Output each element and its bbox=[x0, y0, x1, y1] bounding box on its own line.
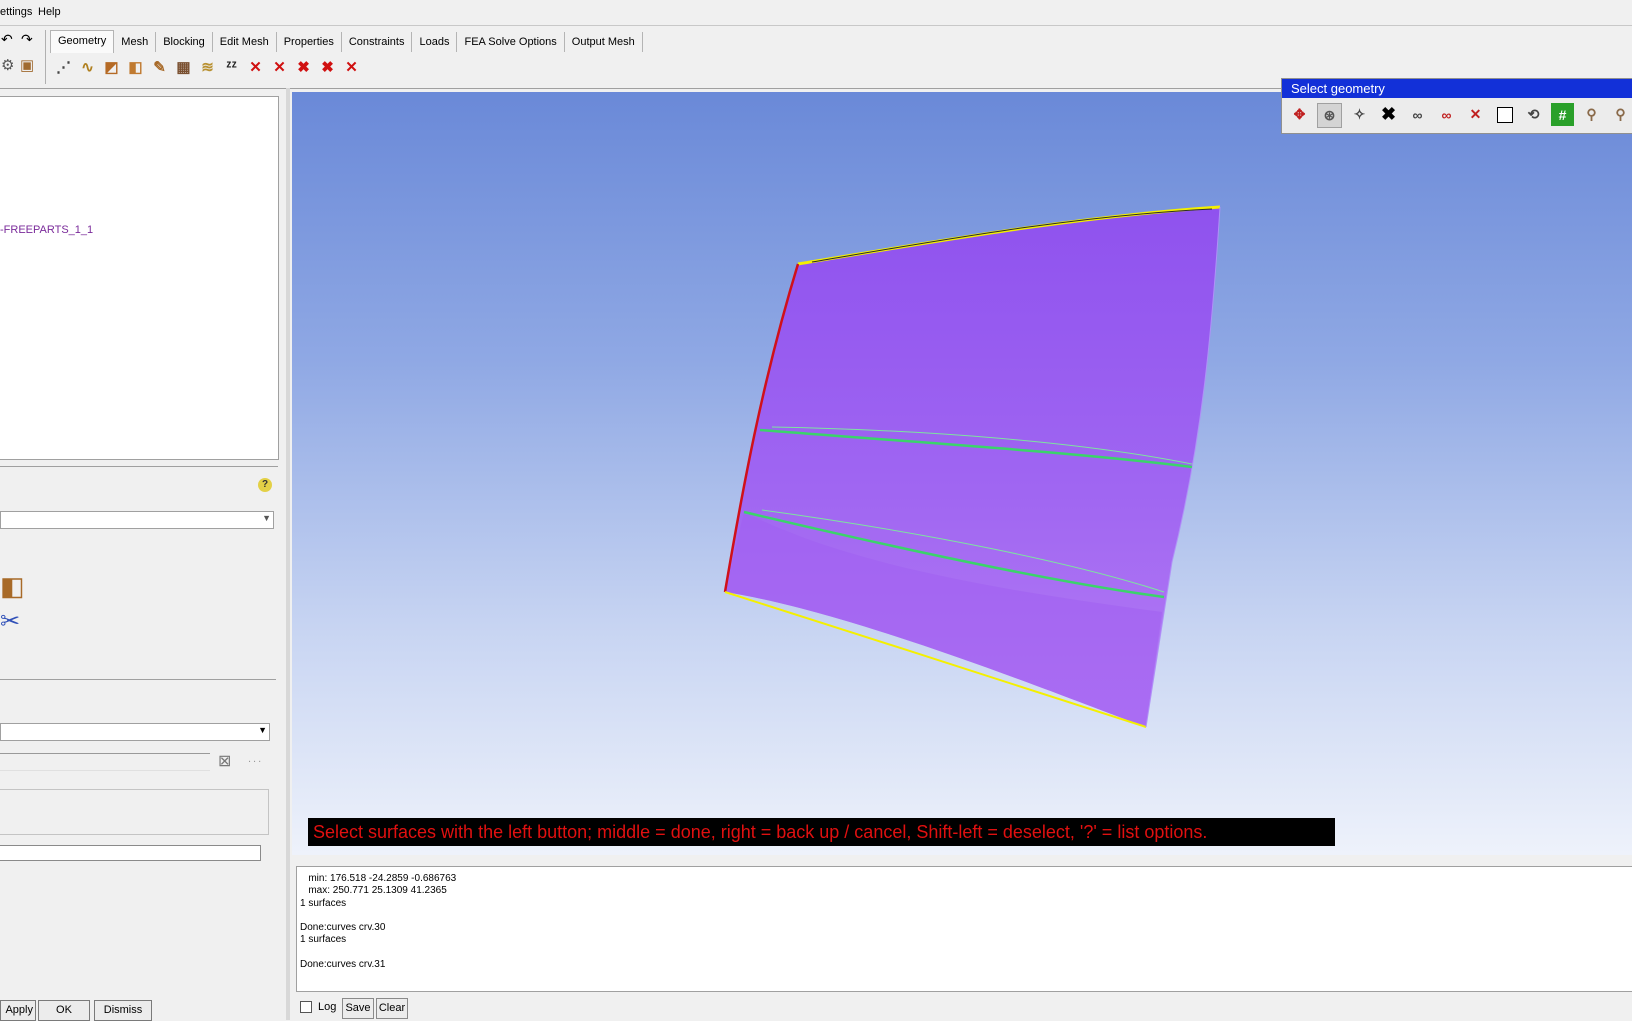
undo-redo-group: ↶ ↷ bbox=[0, 31, 40, 51]
help-icon[interactable]: ? bbox=[258, 478, 272, 492]
tab-bar: Geometry Mesh Blocking Edit Mesh Propert… bbox=[50, 30, 643, 53]
panel-splitter[interactable] bbox=[286, 88, 290, 1020]
toolbar-separator bbox=[45, 30, 46, 84]
function-form: ▼ ◧ ✂ ▼ ⊠ ... bbox=[0, 466, 278, 1021]
graphics-viewport[interactable] bbox=[292, 92, 1632, 855]
solid-display-icon[interactable]: ▣ bbox=[20, 56, 34, 74]
select-part-icon[interactable]: # bbox=[1551, 103, 1574, 126]
part-select-combo[interactable]: ▼ bbox=[0, 723, 270, 741]
select-geometry-palette: Select geometry ✥ ⊛ ✧ ✖ ∞ ∞ ✕ ⟲ # ⚲ ⚲ bbox=[1281, 78, 1632, 134]
select-glasses-icon[interactable]: ∞ bbox=[1406, 103, 1429, 126]
tab-properties[interactable]: Properties bbox=[277, 32, 342, 52]
tab-fea-solve-options[interactable]: FEA Solve Options bbox=[457, 32, 565, 52]
delete-surface-icon[interactable]: ✖ bbox=[293, 56, 314, 77]
save-button[interactable]: Save bbox=[342, 998, 374, 1019]
log-checkbox-label: Log bbox=[318, 1001, 337, 1013]
log-line: min: 176.518 -24.2859 -0.686763 bbox=[300, 873, 457, 884]
entity-field[interactable] bbox=[0, 845, 261, 861]
undo-icon[interactable]: ↶ bbox=[1, 31, 13, 48]
tab-mesh[interactable]: Mesh bbox=[114, 32, 157, 52]
select-all-visible-icon[interactable]: ⊛ bbox=[1317, 103, 1342, 128]
menu-settings[interactable]: ettings bbox=[0, 6, 32, 18]
palette-title[interactable]: Select geometry bbox=[1282, 79, 1632, 98]
create-body-icon[interactable]: ◧ bbox=[125, 56, 146, 77]
select-by-name-icon[interactable]: ⚲ bbox=[1580, 103, 1603, 126]
dismiss-button[interactable]: Dismiss bbox=[94, 1000, 152, 1021]
select-x-icon[interactable]: ✖ bbox=[1377, 103, 1400, 126]
create-surface-method-icon[interactable]: ◧ bbox=[0, 571, 32, 603]
form-combo-top[interactable]: ▼ bbox=[0, 511, 274, 529]
chevron-down-icon: ▼ bbox=[258, 725, 267, 735]
tab-loads[interactable]: Loads bbox=[412, 32, 458, 52]
curve-method-icon[interactable]: ✂ bbox=[0, 607, 32, 639]
display-settings-icon[interactable]: ⚙ bbox=[1, 56, 14, 74]
status-message: Select surfaces with the left button; mi… bbox=[308, 818, 1335, 846]
message-log[interactable]: min: 176.518 -24.2859 -0.686763 max: 250… bbox=[296, 866, 1632, 992]
log-line: max: 250.771 25.1309 41.2365 bbox=[300, 885, 447, 897]
select-by-family-icon[interactable]: ⚲ bbox=[1609, 103, 1632, 126]
redo-icon[interactable]: ↷ bbox=[21, 31, 33, 48]
log-line: 1 surfaces bbox=[300, 934, 347, 946]
name-field[interactable] bbox=[0, 753, 210, 771]
select-toggle-icon[interactable]: ✥ bbox=[1288, 103, 1311, 126]
create-curve-icon[interactable]: ∿ bbox=[77, 56, 98, 77]
select-star-icon[interactable]: ✧ bbox=[1348, 103, 1371, 126]
model-tree bbox=[0, 96, 279, 460]
tab-geometry[interactable]: Geometry bbox=[50, 30, 115, 53]
tree-item-freeparts[interactable]: -FREEPARTS_1_1 bbox=[0, 224, 93, 236]
tab-constraints[interactable]: Constraints bbox=[342, 32, 413, 52]
view-tools-group: ⚙ ▣ bbox=[0, 56, 42, 78]
tab-blocking[interactable]: Blocking bbox=[156, 32, 213, 52]
polygon-select-icon[interactable]: ⟲ bbox=[1522, 103, 1545, 126]
menu-help[interactable]: Help bbox=[38, 6, 61, 18]
log-text: min: 176.518 -24.2859 -0.686763 max: 250… bbox=[297, 867, 1632, 971]
log-toolbar: Log Save Clear bbox=[296, 994, 1632, 1020]
delete-curve-icon[interactable]: ✕ bbox=[269, 56, 290, 77]
menubar: ettings Help bbox=[0, 0, 1632, 26]
transform-icon[interactable]: ▦ bbox=[173, 56, 194, 77]
log-checkbox[interactable] bbox=[300, 1001, 312, 1013]
select-icon[interactable]: ⊠ bbox=[218, 751, 231, 771]
ok-button[interactable]: OK bbox=[38, 1000, 90, 1021]
clear-button[interactable]: Clear bbox=[376, 998, 408, 1019]
zz-icon[interactable]: ᶻᶻ bbox=[221, 56, 242, 77]
tab-output-mesh[interactable]: Output Mesh bbox=[565, 32, 643, 52]
delete-body-icon[interactable]: ✖ bbox=[317, 56, 338, 77]
log-line: Done:curves crv.31 bbox=[300, 959, 386, 971]
more-options[interactable]: ... bbox=[248, 753, 263, 765]
geometry-icon-row: ⋰ ∿ ◩ ◧ ✎ ▦ ≋ ᶻᶻ ✕ ✕ ✖ ✖ ✕ bbox=[53, 56, 362, 77]
repair-geometry-icon[interactable]: ✎ bbox=[149, 56, 170, 77]
tab-edit-mesh[interactable]: Edit Mesh bbox=[213, 32, 277, 52]
geometry-render[interactable] bbox=[292, 92, 1632, 855]
cancel-x-icon[interactable]: ✕ bbox=[1464, 103, 1487, 126]
box-select-icon[interactable] bbox=[1493, 103, 1516, 126]
log-line: 1 surfaces bbox=[300, 897, 347, 909]
form-divider bbox=[0, 679, 276, 680]
delete-point-icon[interactable]: ✕ bbox=[245, 56, 266, 77]
delete-any-icon[interactable]: ✕ bbox=[341, 56, 362, 77]
select-glasses-red-icon[interactable]: ∞ bbox=[1435, 103, 1458, 126]
chevron-down-icon: ▼ bbox=[262, 513, 271, 523]
create-surface-icon[interactable]: ◩ bbox=[101, 56, 122, 77]
log-line: Done:curves crv.30 bbox=[300, 922, 386, 934]
apply-button[interactable]: Apply bbox=[0, 1000, 36, 1021]
create-point-icon[interactable]: ⋰ bbox=[53, 56, 74, 77]
palette-icons: ✥ ⊛ ✧ ✖ ∞ ∞ ✕ ⟲ # ⚲ ⚲ bbox=[1288, 103, 1632, 128]
geometry-layer-icon[interactable]: ≋ bbox=[197, 56, 218, 77]
entity-list-box bbox=[0, 789, 269, 835]
